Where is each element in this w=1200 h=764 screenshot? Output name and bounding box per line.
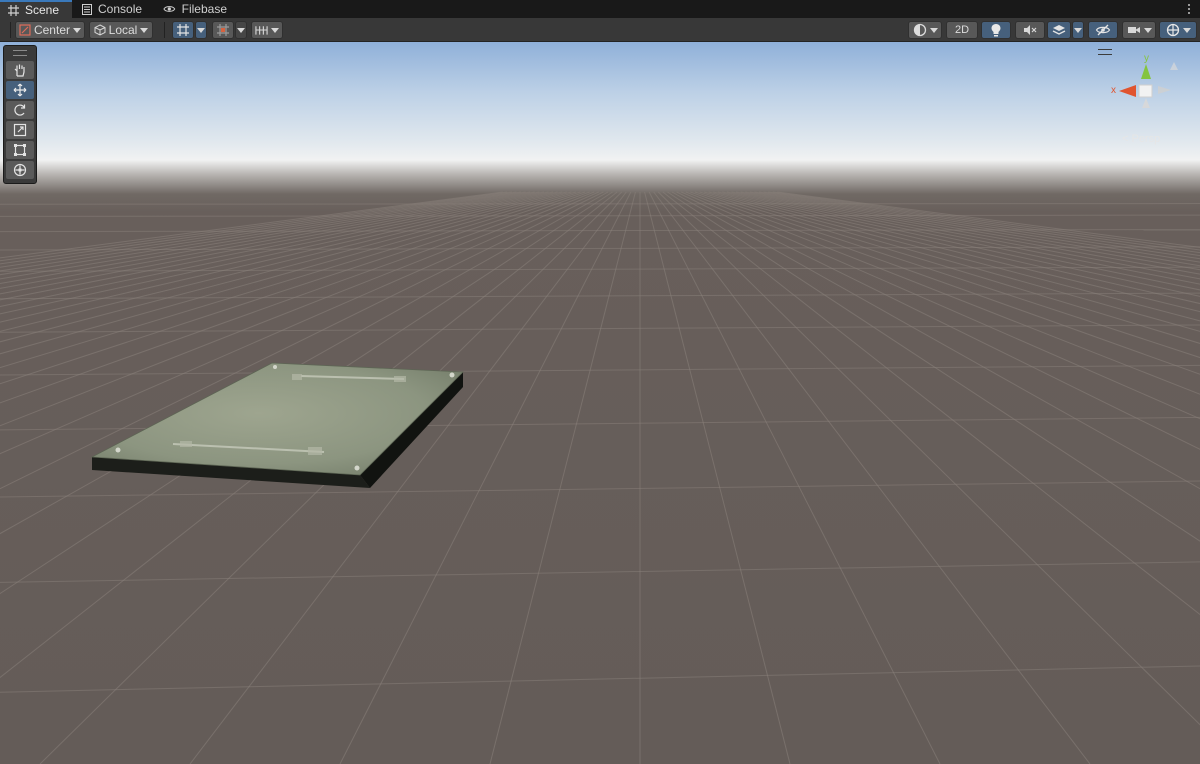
increment-snap-dropdown[interactable] <box>235 21 247 39</box>
scene-lighting-toggle[interactable] <box>981 21 1011 39</box>
more-options-icon[interactable] <box>1186 2 1192 16</box>
scale-icon <box>13 123 27 137</box>
gizmo-sphere-icon <box>1166 23 1179 37</box>
grid-visibility-icon <box>255 26 268 35</box>
camera-icon <box>1127 27 1140 33</box>
console-icon <box>82 3 92 15</box>
speaker-muted-icon <box>1024 25 1037 35</box>
platform-mesh[interactable] <box>0 42 1200 764</box>
eye-icon <box>163 6 176 12</box>
shading-mode-icon <box>913 23 926 37</box>
chevron-down-icon <box>197 27 205 33</box>
drag-handle[interactable] <box>13 50 27 56</box>
rotate-icon <box>14 104 26 116</box>
chevron-down-icon <box>140 27 149 33</box>
projection-label[interactable]: < Persp <box>1122 133 1182 145</box>
tab-bar: Scene Console Filebase <box>0 0 1200 18</box>
chevron-down-icon <box>1182 27 1191 33</box>
grid-snapping-dropdown[interactable] <box>195 21 207 39</box>
grid-icon <box>8 4 19 16</box>
pivot-space-dropdown[interactable]: Local <box>89 21 153 39</box>
scale-tool-button[interactable] <box>6 121 34 139</box>
chevron-down-icon <box>1143 27 1152 33</box>
scene-viewport[interactable] <box>0 42 1200 764</box>
tab-label: Console <box>98 2 143 16</box>
chevron-down-icon <box>929 27 938 33</box>
pivot-space-label: Local <box>108 23 138 37</box>
rect-tool-button[interactable] <box>6 141 34 159</box>
increment-snap-icon <box>217 24 229 36</box>
camera-settings-dropdown[interactable] <box>1122 21 1156 39</box>
gizmos-dropdown[interactable] <box>1159 21 1197 39</box>
grid-snapping-toggle[interactable] <box>172 21 194 39</box>
cube-icon <box>94 24 106 36</box>
chevron-down-icon <box>237 27 245 33</box>
move-arrows-icon <box>13 83 27 97</box>
grid-visibility-dropdown[interactable] <box>251 21 283 39</box>
tab-label: Scene <box>25 3 60 17</box>
lightbulb-icon <box>991 24 1001 37</box>
hand-tool-button[interactable] <box>6 61 34 79</box>
eye-slash-icon <box>1095 24 1111 36</box>
x-axis-label: x <box>1111 85 1116 96</box>
effects-dropdown[interactable] <box>1072 21 1084 39</box>
tab-label: Filebase <box>181 2 227 16</box>
neg-y-axis-cone[interactable] <box>1170 62 1178 70</box>
effects-toggle[interactable] <box>1047 21 1071 39</box>
tab-scene[interactable]: Scene <box>0 0 72 18</box>
rotate-tool-button[interactable] <box>6 101 34 119</box>
hand-icon <box>14 64 25 77</box>
center-cube[interactable] <box>1138 84 1153 98</box>
scene-toolbar: Center Local 2D <box>0 18 1200 42</box>
y-axis-label: y <box>1144 53 1149 64</box>
2d-mode-label: 2D <box>954 24 970 36</box>
neg-z-axis-cone[interactable] <box>1142 98 1150 108</box>
tab-filebase[interactable]: Filebase <box>155 0 235 18</box>
chevron-down-icon <box>271 27 279 33</box>
move-tool-button[interactable] <box>6 81 34 99</box>
grid-snap-icon <box>177 24 189 36</box>
tab-console[interactable]: Console <box>74 0 154 18</box>
neg-x-axis-cone[interactable] <box>1158 86 1171 94</box>
audio-toggle[interactable] <box>1015 21 1045 39</box>
2d-mode-toggle[interactable]: 2D <box>946 21 978 39</box>
hidden-objects-toggle[interactable] <box>1088 21 1118 39</box>
chevron-down-icon <box>1074 27 1082 33</box>
pivot-mode-label: Center <box>33 23 70 37</box>
pivot-center-icon <box>19 24 31 36</box>
tool-palette <box>3 45 37 184</box>
y-axis-cone[interactable] <box>1141 64 1151 79</box>
chevron-down-icon <box>73 27 81 33</box>
effects-layers-icon <box>1052 25 1066 35</box>
transform-tool-button[interactable] <box>6 161 34 179</box>
x-axis-cone[interactable] <box>1119 85 1136 97</box>
rect-transform-icon <box>14 144 26 156</box>
transform-icon <box>13 163 27 177</box>
draw-mode-dropdown[interactable] <box>908 21 942 39</box>
pivot-mode-dropdown[interactable]: Center <box>15 21 85 39</box>
increment-snap-toggle[interactable] <box>212 21 234 39</box>
